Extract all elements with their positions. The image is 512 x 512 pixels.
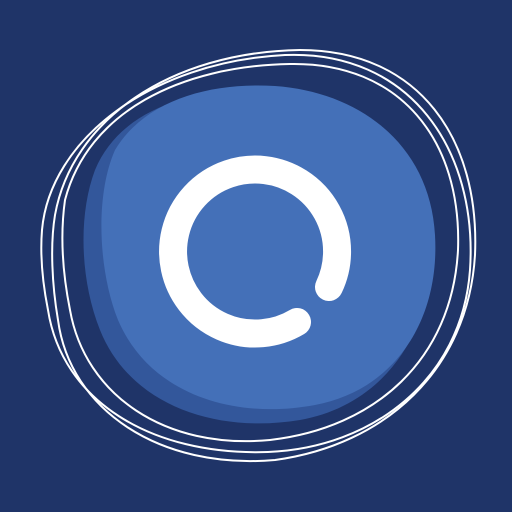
app-icon-graphic bbox=[0, 0, 512, 512]
main-disc bbox=[101, 85, 436, 410]
app-icon bbox=[0, 0, 512, 512]
